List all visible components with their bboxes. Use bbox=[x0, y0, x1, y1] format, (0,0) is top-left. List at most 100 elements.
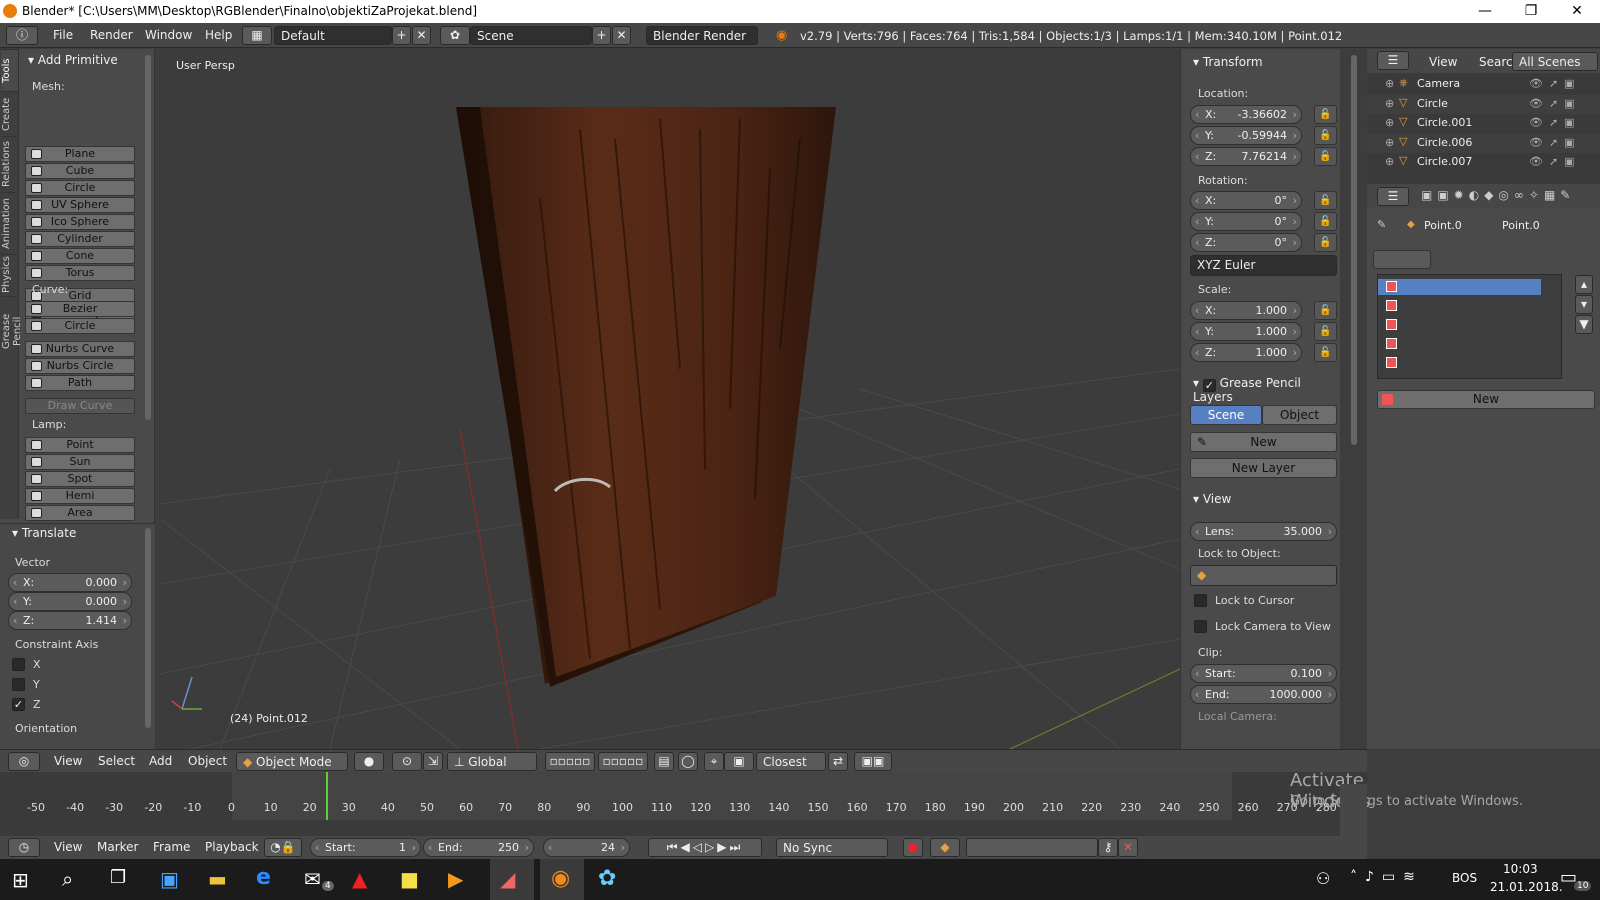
outliner-row[interactable]: ⊕ ▽ Circle.006 👁➚▣ bbox=[1367, 133, 1600, 153]
grease-pencil-title[interactable]: ▾ ✓ Grease Pencil Layers bbox=[1193, 376, 1340, 404]
search-icon[interactable]: ⌕ bbox=[62, 867, 73, 891]
store-icon[interactable]: ▣ bbox=[160, 867, 179, 891]
keying-icon[interactable]: ◆ bbox=[930, 838, 960, 857]
rotation-lock-icon[interactable]: 🔓 bbox=[1314, 191, 1337, 210]
properties-editor-icon[interactable]: ☰ bbox=[1377, 187, 1409, 206]
close-button[interactable]: ✕ bbox=[1554, 0, 1600, 23]
tab-relations[interactable]: Relations bbox=[1, 136, 18, 192]
expand-icon[interactable]: ⊕ bbox=[1385, 97, 1394, 110]
rotation-lock-icon[interactable]: 🔓 bbox=[1314, 233, 1337, 252]
language-indicator[interactable]: BOS bbox=[1452, 871, 1477, 885]
viewport-select-menu[interactable]: Select bbox=[98, 754, 135, 768]
pivot-select[interactable]: ⊙ bbox=[392, 752, 422, 771]
add-curve-path-button[interactable]: Path bbox=[25, 375, 135, 391]
viewport-add-menu[interactable]: Add bbox=[149, 754, 172, 768]
pin-icon[interactable]: ✎ bbox=[1377, 218, 1386, 231]
gp-object-button[interactable]: Object bbox=[1262, 405, 1337, 425]
add-mesh-torus-button[interactable]: Torus bbox=[25, 265, 135, 281]
manipulator-toggle[interactable]: ⇲ bbox=[423, 752, 443, 771]
timeline-editor-icon[interactable]: ◷ bbox=[8, 838, 40, 857]
playback-controls[interactable]: ⏮◀◁▷▶⏭ bbox=[648, 838, 762, 857]
tab-tools[interactable]: Tools bbox=[1, 49, 18, 91]
add-mesh-circle-button[interactable]: Circle bbox=[25, 180, 135, 196]
add-scene-icon[interactable]: + bbox=[592, 26, 611, 45]
menu-window[interactable]: Window bbox=[145, 28, 192, 42]
add-lamp-point-button[interactable]: Point bbox=[25, 437, 135, 453]
add-mesh-uv-sphere-button[interactable]: UV Sphere bbox=[25, 197, 135, 213]
snap-target-select[interactable]: Closest bbox=[756, 752, 826, 771]
current-frame-field[interactable]: 24 bbox=[543, 838, 630, 857]
object-mode-select[interactable]: ◆ Object Mode bbox=[236, 752, 348, 771]
expand-icon[interactable]: ⊕ bbox=[1385, 77, 1394, 90]
scale-y-field[interactable]: Y: 1.000 bbox=[1190, 322, 1302, 341]
menu-help[interactable]: Help bbox=[205, 28, 232, 42]
slot-down-icon[interactable]: ▾ bbox=[1575, 295, 1593, 314]
draw-curve-button[interactable]: Draw Curve bbox=[25, 398, 135, 414]
current-frame-cursor[interactable] bbox=[326, 772, 328, 820]
render-layer-icon[interactable]: ▤ bbox=[654, 752, 674, 771]
layer-buttons-a[interactable]: ▫▫▫▫▫ bbox=[545, 752, 595, 771]
constraint-x-checkbox[interactable] bbox=[12, 658, 25, 671]
clip-end-field[interactable]: End: 1000.000 bbox=[1190, 685, 1337, 704]
timeline-playback-menu[interactable]: Playback bbox=[205, 840, 259, 854]
people-icon[interactable]: ⚇ bbox=[1316, 869, 1330, 888]
delete-keyframe-icon[interactable]: ✕ bbox=[1118, 838, 1138, 857]
tab-physics[interactable]: Physics bbox=[1, 254, 18, 296]
rotation-x-field[interactable]: X: 0° bbox=[1190, 191, 1302, 210]
viewport-view-menu[interactable]: View bbox=[54, 754, 82, 768]
layout-grid-icon[interactable]: ▦ bbox=[242, 26, 272, 45]
constraint-z-checkbox[interactable]: ✓ bbox=[12, 698, 25, 711]
transform-title[interactable]: ▾ Transform bbox=[1193, 55, 1263, 69]
lock-to-cursor-checkbox[interactable] bbox=[1194, 594, 1207, 607]
preview-range-icon[interactable]: ◔🔒 bbox=[264, 838, 302, 857]
add-primitive-title[interactable]: ▾ Add Primitive bbox=[28, 53, 118, 67]
sync-select[interactable]: No Sync bbox=[776, 838, 888, 857]
timeline[interactable]: -50 -40 -30 -20 -10 0 10 20 30 40 50 60 70 80 90 100 110… bbox=[0, 770, 1523, 836]
grease-pencil-checkbox[interactable]: ✓ bbox=[1202, 379, 1216, 392]
scale-lock-icon[interactable]: 🔓 bbox=[1314, 322, 1337, 341]
rotation-lock-icon[interactable]: 🔓 bbox=[1314, 212, 1337, 231]
minimize-button[interactable]: — bbox=[1462, 0, 1508, 23]
n-panel-scrollbar[interactable] bbox=[1351, 55, 1357, 445]
menu-file[interactable]: File bbox=[53, 28, 73, 42]
rotation-y-field[interactable]: Y: 0° bbox=[1190, 212, 1302, 231]
visibility-icons[interactable]: 👁➚▣ bbox=[1529, 97, 1581, 110]
timeline-view-menu[interactable]: View bbox=[54, 840, 82, 854]
clip-start-field[interactable]: Start: 0.100 bbox=[1190, 664, 1337, 683]
snap-align-icon[interactable]: ⇄ bbox=[828, 752, 848, 771]
location-z-field[interactable]: Z: 7.76214 bbox=[1190, 147, 1302, 166]
location-lock-icon[interactable]: 🔓 bbox=[1314, 126, 1337, 145]
gp-new-layer-button[interactable]: New Layer bbox=[1190, 458, 1337, 478]
texture-new-button[interactable]: New bbox=[1377, 390, 1595, 409]
location-lock-icon[interactable]: 🔓 bbox=[1314, 147, 1337, 166]
add-curve-nurbs-curve-button[interactable]: Nurbs Curve bbox=[25, 341, 135, 357]
vector-x-field[interactable]: X: 0.000 bbox=[8, 573, 132, 592]
visibility-icons[interactable]: 👁➚▣ bbox=[1529, 116, 1581, 129]
acrobat-icon[interactable]: ▲ bbox=[352, 867, 367, 891]
expand-icon[interactable]: ⊕ bbox=[1385, 136, 1394, 149]
outliner-display-mode[interactable]: All Scenes bbox=[1512, 52, 1598, 71]
scale-z-field[interactable]: Z: 1.000 bbox=[1190, 343, 1302, 362]
expand-icon[interactable]: ⊕ bbox=[1385, 116, 1394, 129]
add-lamp-spot-button[interactable]: Spot bbox=[25, 471, 135, 487]
lens-field[interactable]: Lens: 35.000 bbox=[1190, 522, 1337, 541]
viewport-object-menu[interactable]: Object bbox=[188, 754, 227, 768]
paint-icon[interactable]: ✿ bbox=[598, 866, 616, 891]
visibility-icons[interactable]: 👁➚▣ bbox=[1529, 136, 1581, 149]
layout-selector[interactable]: Default bbox=[274, 26, 392, 45]
outliner-row[interactable]: ⊕ ▽ Circle 👁➚▣ bbox=[1367, 94, 1600, 114]
texture-slot-selected[interactable] bbox=[1378, 279, 1541, 295]
tray-icons[interactable]: ˄♪▭≋ bbox=[1350, 869, 1423, 885]
outliner-row[interactable]: ⊕ ▽ Circle.001 👁➚▣ bbox=[1367, 114, 1600, 133]
add-curve-circle-button[interactable]: Circle bbox=[25, 318, 135, 334]
maximize-button[interactable]: ❐ bbox=[1508, 0, 1554, 23]
tool-shelf-scrollbar[interactable] bbox=[145, 55, 151, 420]
expand-icon[interactable]: ⊕ bbox=[1385, 155, 1394, 168]
gp-scene-button[interactable]: Scene bbox=[1190, 405, 1262, 425]
vector-z-field[interactable]: Z: 1.414 bbox=[8, 611, 132, 630]
snap-element-select[interactable]: ▣ bbox=[724, 752, 754, 771]
location-y-field[interactable]: Y: -0.59944 bbox=[1190, 126, 1302, 145]
edge-icon[interactable]: e bbox=[256, 865, 271, 890]
add-mesh-ico-sphere-button[interactable]: Ico Sphere bbox=[25, 214, 135, 230]
end-frame-field[interactable]: End: 250 bbox=[423, 838, 534, 857]
